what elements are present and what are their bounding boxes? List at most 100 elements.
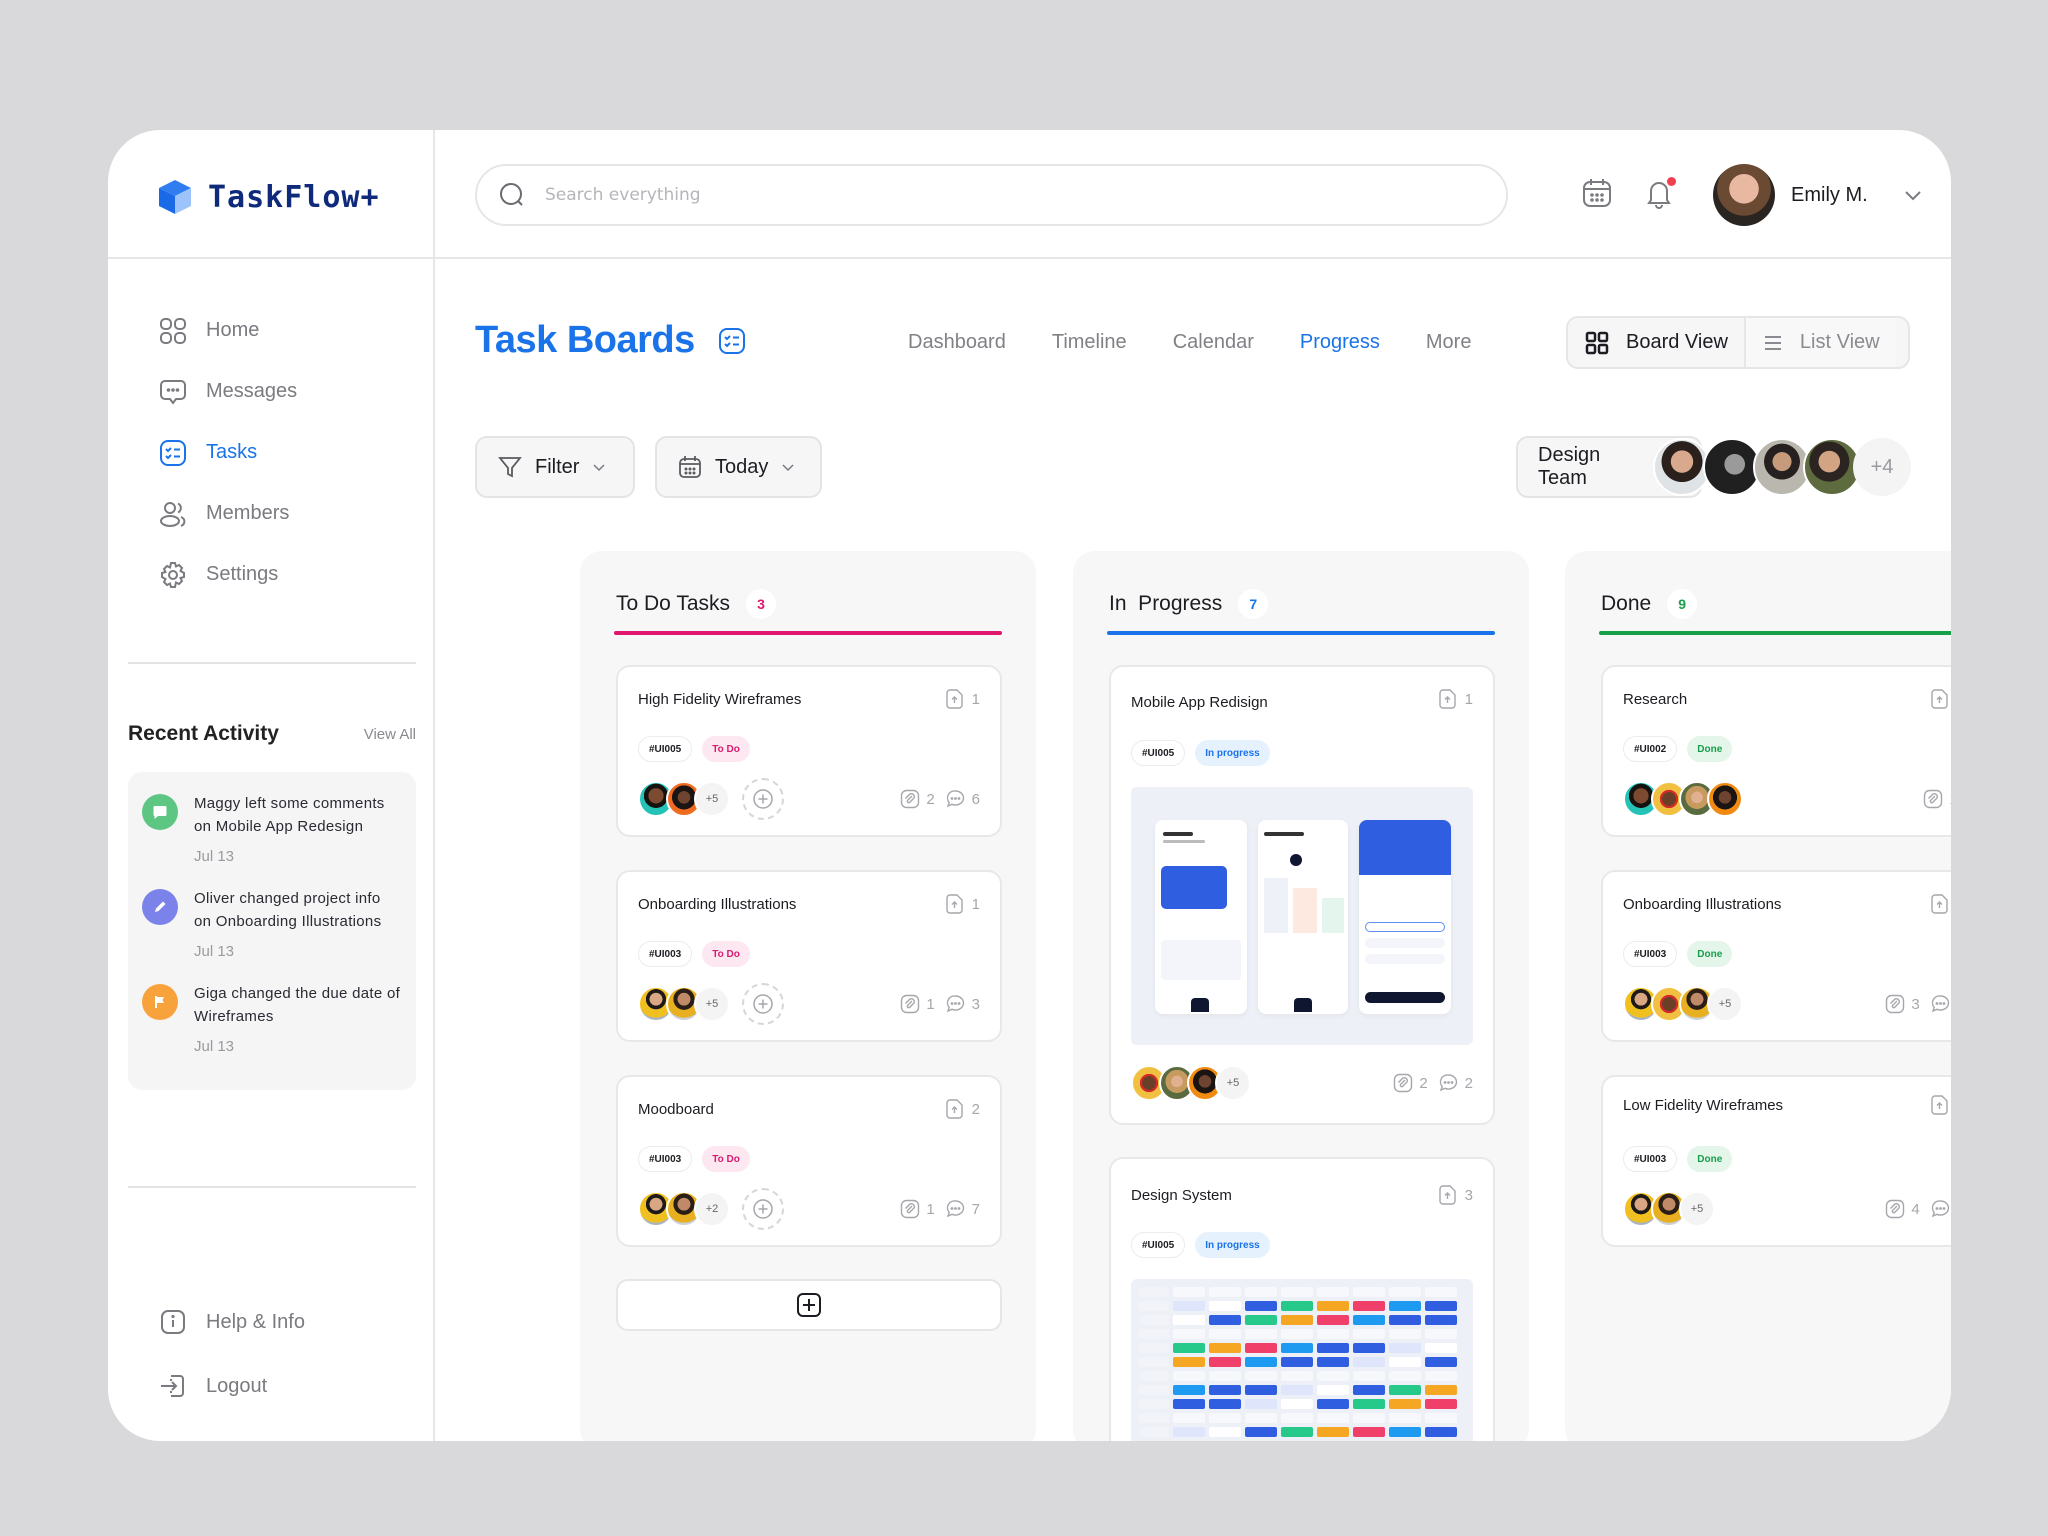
comment-count-value: 7 bbox=[971, 1200, 980, 1218]
design-system-swatch bbox=[1389, 1343, 1421, 1353]
user-avatar bbox=[1713, 164, 1775, 226]
attachment-count-value: 4 bbox=[1911, 1200, 1920, 1218]
design-system-swatch bbox=[1173, 1371, 1205, 1381]
mobile-app-preview-image[interactable] bbox=[1131, 787, 1473, 1045]
view-all-link[interactable]: View All bbox=[364, 726, 416, 743]
plus-circle-icon bbox=[752, 788, 774, 810]
task-card[interactable]: Design System 3 #UI005 In progress bbox=[1109, 1157, 1495, 1441]
column-title: To Do Tasks bbox=[616, 592, 730, 615]
more-members-count[interactable]: +4 bbox=[1853, 438, 1911, 496]
assignees[interactable]: +5 bbox=[1623, 1191, 1723, 1227]
comment-count: 2 bbox=[1438, 1073, 1473, 1093]
design-system-swatch bbox=[1209, 1315, 1241, 1325]
calendar-button[interactable] bbox=[1580, 176, 1616, 212]
task-card[interactable]: Onboarding Illustrations 1 #UI003 To Do … bbox=[616, 870, 1002, 1042]
assignees[interactable]: +2 bbox=[638, 1188, 784, 1230]
activity-text: Maggy left some comments on Mobile App R… bbox=[194, 795, 385, 835]
design-system-swatch bbox=[1389, 1399, 1421, 1409]
sidebar-item-settings[interactable]: Settings bbox=[158, 544, 297, 605]
sidebar-item-members[interactable]: Members bbox=[158, 483, 297, 544]
activity-item[interactable]: Oliver changed project info on Onboardin… bbox=[142, 887, 402, 960]
design-system-swatch bbox=[1317, 1357, 1349, 1367]
add-assignee-button[interactable] bbox=[742, 778, 784, 820]
activity-item[interactable]: Maggy left some comments on Mobile App R… bbox=[142, 792, 402, 865]
design-system-swatch bbox=[1353, 1413, 1385, 1423]
design-system-swatch bbox=[1139, 1357, 1169, 1367]
comment-icon bbox=[1438, 1073, 1459, 1093]
design-system-swatch bbox=[1425, 1301, 1457, 1311]
design-system-swatch bbox=[1173, 1399, 1205, 1409]
design-system-swatch bbox=[1389, 1413, 1421, 1423]
attachment-icon bbox=[1885, 994, 1905, 1014]
view-toggle: Board View List View bbox=[1566, 316, 1910, 369]
task-card[interactable]: Onboarding Illustrations 3 #UI003 Done +… bbox=[1601, 870, 1951, 1042]
comment-icon bbox=[1930, 994, 1951, 1014]
file-count-value: 1 bbox=[1464, 690, 1473, 708]
add-task-button[interactable] bbox=[616, 1279, 1002, 1331]
tab-dashboard[interactable]: Dashboard bbox=[908, 331, 1006, 354]
search-input[interactable] bbox=[545, 185, 1445, 205]
tab-timeline[interactable]: Timeline bbox=[1052, 331, 1127, 354]
team-members[interactable]: +4 bbox=[1653, 438, 1911, 496]
recent-activity-list: Maggy left some comments on Mobile App R… bbox=[128, 772, 416, 1090]
task-card[interactable]: Moodboard 2 #UI003 To Do +2 1 7 bbox=[616, 1075, 1002, 1247]
attachment-icon bbox=[1923, 789, 1943, 809]
logo[interactable]: TaskFlow+ bbox=[158, 172, 380, 222]
flag-icon bbox=[142, 984, 178, 1020]
app-name: TaskFlow+ bbox=[208, 179, 380, 215]
design-system-swatch bbox=[1425, 1427, 1457, 1437]
tab-more[interactable]: More bbox=[1426, 331, 1472, 354]
card-tags: #UI003 To Do bbox=[638, 1146, 750, 1172]
design-system-swatch bbox=[1245, 1413, 1277, 1423]
add-assignee-button[interactable] bbox=[742, 1188, 784, 1230]
activity-date: Jul 13 bbox=[194, 1038, 235, 1055]
design-system-swatch bbox=[1209, 1399, 1241, 1409]
task-card[interactable]: Low Fidelity Wireframes 4 #UI003 Done +5… bbox=[1601, 1075, 1951, 1247]
notification-button[interactable] bbox=[1642, 176, 1678, 212]
assignees[interactable]: +5 bbox=[1623, 986, 1751, 1022]
task-card[interactable]: High Fidelity Wireframes 1 #UI005 To Do … bbox=[616, 665, 1002, 837]
list-view-button[interactable]: List View bbox=[1745, 318, 1896, 367]
assignees[interactable]: +5 bbox=[638, 778, 784, 820]
task-card[interactable]: Research 1 #UI002 Done 11 bbox=[1601, 665, 1951, 837]
file-upload-icon bbox=[1930, 689, 1949, 709]
user-menu[interactable]: Emily M. bbox=[1713, 164, 1924, 226]
sidebar-item-messages[interactable]: Messages bbox=[158, 361, 297, 422]
design-system-swatch bbox=[1139, 1413, 1169, 1423]
tab-progress[interactable]: Progress bbox=[1300, 331, 1380, 354]
date-filter-button[interactable]: Today bbox=[655, 436, 822, 498]
search-bar[interactable] bbox=[475, 164, 1508, 226]
card-stats: 4 2 bbox=[1885, 1199, 1951, 1219]
assignees[interactable]: +5 bbox=[1131, 1065, 1259, 1101]
filter-button[interactable]: Filter bbox=[475, 436, 635, 498]
activity-item[interactable]: Giga changed the due date of Wireframes … bbox=[142, 982, 402, 1055]
file-upload-icon bbox=[945, 894, 964, 914]
status-badge: To Do bbox=[702, 736, 750, 762]
column-title: Done bbox=[1601, 592, 1652, 615]
task-card[interactable]: Mobile App Redisign 1 #UI005 In progress bbox=[1109, 665, 1495, 1125]
tab-calendar[interactable]: Calendar bbox=[1173, 331, 1254, 354]
sidebar-item-logout[interactable]: Logout bbox=[158, 1354, 305, 1418]
gear-icon bbox=[161, 561, 185, 588]
card-tags: #UI003 Done bbox=[1623, 941, 1733, 967]
status-badge: To Do bbox=[702, 1146, 750, 1172]
assignees[interactable] bbox=[1623, 781, 1743, 817]
card-tags: #UI005 In progress bbox=[1131, 740, 1270, 766]
design-system-swatch bbox=[1317, 1371, 1349, 1381]
plus-circle-icon bbox=[752, 993, 774, 1015]
sidebar-item-home[interactable]: Home bbox=[158, 300, 297, 361]
sidebar-item-tasks[interactable]: Tasks bbox=[158, 422, 297, 483]
card-stats: 3 8 bbox=[1885, 994, 1951, 1014]
phone-mockup bbox=[1155, 820, 1247, 1014]
design-system-preview-image[interactable] bbox=[1131, 1279, 1473, 1441]
add-assignee-button[interactable] bbox=[742, 983, 784, 1025]
design-system-swatch bbox=[1139, 1385, 1169, 1395]
list-view-label: List View bbox=[1799, 331, 1880, 353]
design-system-swatch bbox=[1389, 1301, 1421, 1311]
board-view-button[interactable]: Board View bbox=[1568, 318, 1746, 367]
sidebar-item-help[interactable]: Help & Info bbox=[158, 1290, 305, 1354]
assignees[interactable]: +5 bbox=[638, 983, 784, 1025]
design-system-swatch bbox=[1389, 1329, 1421, 1339]
design-system-swatch bbox=[1245, 1399, 1277, 1409]
design-system-swatch bbox=[1139, 1399, 1169, 1409]
